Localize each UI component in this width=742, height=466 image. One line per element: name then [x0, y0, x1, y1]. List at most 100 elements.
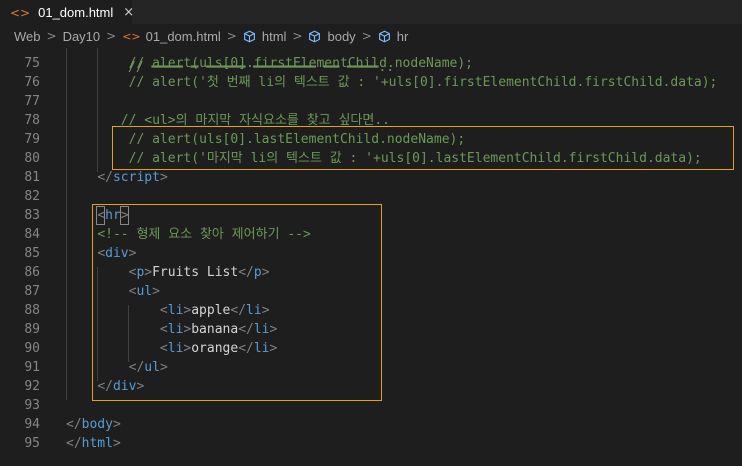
line-number: 90 [24, 341, 40, 356]
code-token-punc: < [159, 341, 168, 356]
line-number: 85 [24, 246, 40, 261]
code-line[interactable]: 78 // <ul>의 마지막 자식요소를 찾고 싶다면.. [0, 111, 742, 130]
code-token-comment: <!-- 형제 요소 찾아 제어하기 --> [97, 227, 311, 242]
line-number: 84 [24, 227, 40, 242]
code-line[interactable]: 84 <!-- 형제 요소 찾아 제어하기 --> [0, 225, 742, 244]
code-token-punc: > [269, 341, 278, 356]
breadcrumb-hr-label: hr [396, 28, 409, 44]
code-line[interactable]: 86 <p>Fruits List</p> [0, 263, 742, 282]
code-line[interactable]: 76 // alert('첫 번째 li의 텍스트 값 : '+uls[0].f… [0, 73, 742, 92]
code-line[interactable]: 90 <li>orange</li> [0, 339, 742, 358]
code-line[interactable]: 81 </script> [0, 168, 742, 187]
code-line[interactable]: 89 <li>banana</li> [0, 320, 742, 339]
code-text: <!-- 형제 요소 찾아 제어하기 --> [66, 225, 311, 244]
code-text: <div> [66, 244, 136, 263]
code-token-punc: > [159, 360, 168, 375]
breadcrumb-item-body[interactable]: body [308, 28, 356, 44]
breadcrumb-item-web[interactable]: Web [14, 29, 41, 44]
code-line[interactable]: 79 // alert(uls[0].lastElementChild.node… [0, 130, 742, 149]
html-file-icon: <> [10, 5, 31, 20]
code-token-text: banana [191, 322, 239, 337]
code-token-tag: li [167, 341, 184, 356]
line-number: 91 [24, 360, 40, 375]
code-text: </html> [66, 434, 121, 453]
code-line[interactable]: 83 <hr> [0, 206, 742, 225]
code-line[interactable]: 77 [0, 92, 742, 111]
code-token-punc: > [261, 303, 270, 318]
chevron-right-icon: > [46, 29, 57, 43]
code-token-punc: </ [66, 436, 82, 451]
code-token-text: Fruits List [152, 265, 239, 280]
code-token-punc: > [152, 284, 160, 299]
code-token-tag: body [81, 417, 113, 432]
code-line[interactable]: 94 </body> [0, 415, 742, 434]
code-token-tag: ul [144, 360, 160, 375]
line-number: 93 [24, 398, 40, 413]
line-number: 94 [24, 417, 40, 432]
tab-01-dom-html[interactable]: <> 01_dom.html × [0, 0, 134, 24]
code-token-tag: li [167, 303, 184, 318]
code-token-tag: script [112, 170, 160, 185]
code-text: <li>banana</li> [66, 320, 277, 339]
close-icon[interactable]: × [123, 5, 134, 20]
tab-label: 01_dom.html [38, 5, 114, 20]
code-token-tag: li [253, 341, 270, 356]
code-token-punc: > [261, 265, 270, 280]
code-line[interactable]: 93 [0, 396, 742, 415]
code-token-tag: div [112, 379, 137, 394]
code-text: // <ul>의 마지막 자식요소를 찾고 싶다면.. [66, 111, 390, 130]
code-line[interactable]: 80 // alert('마지막 li의 텍스트 값 : '+uls[0].la… [0, 149, 742, 168]
breadcrumb-file-label: 01_dom.html [145, 28, 221, 44]
code-token-tag: li [167, 322, 184, 337]
line-number: 76 [24, 75, 40, 90]
code-token-comment: // <ul>의 마지막 자식요소를 찾고 싶다면.. [120, 113, 390, 128]
code-text: // alert(uls[0].firstElementChild.nodeNa… [66, 54, 473, 73]
code-line[interactable]: 85 <div> [0, 244, 742, 263]
code-token-tag: ul [136, 284, 153, 299]
breadcrumb-item-file[interactable]: <> 01_dom.html [122, 29, 221, 44]
line-number: 83 [24, 208, 40, 223]
breadcrumb-body-label: body [327, 28, 356, 44]
code-text: // alert('마지막 li의 텍스트 값 : '+uls[0].lastE… [66, 149, 702, 168]
code-text: <ul> [66, 282, 160, 301]
code-token-punc: </ [230, 303, 247, 318]
code-token-punc: </ [97, 379, 113, 394]
breadcrumb-html-label: html [261, 28, 287, 44]
code-line[interactable]: 82 [0, 187, 742, 206]
breadcrumb-item-hr[interactable]: hr [378, 28, 409, 44]
line-number: 77 [24, 94, 40, 109]
html-file-icon: <> [122, 29, 141, 43]
code-line[interactable]: 95 </html> [0, 434, 742, 453]
code-text: <li>orange</li> [66, 339, 277, 358]
code-line[interactable]: 87 <ul> [0, 282, 742, 301]
code-line[interactable]: 92 </div> [0, 377, 742, 396]
code-token-tag: div [105, 246, 129, 261]
code-token-punc: </ [238, 341, 254, 356]
code-token-punc: </ [128, 360, 145, 375]
breadcrumb-item-day10[interactable]: Day10 [63, 29, 101, 44]
code-token-tag: li [253, 322, 270, 337]
code-text: </ul> [66, 358, 168, 377]
code-token-punc: </ [238, 322, 254, 337]
breadcrumb: Web > Day10 > <> 01_dom.html > html > bo… [0, 24, 742, 48]
code-line[interactable]: 88 <li>apple</li> [0, 301, 742, 320]
code-token-tag: hr [105, 208, 121, 223]
code-token-punc: </ [97, 170, 113, 185]
code-line[interactable]: 91 </ul> [0, 358, 742, 377]
symbol-element-icon [378, 30, 390, 42]
code-text: </script> [66, 168, 167, 187]
chevron-right-icon: > [106, 29, 117, 43]
code-text: <li>apple</li> [66, 301, 270, 320]
code-token-punc: < [159, 303, 168, 318]
code-token-tag: li [246, 303, 262, 318]
code-token-punc: </ [66, 417, 82, 432]
code-editor[interactable]: // ━━━━ ━ ━━━━━ ━━━━━━━━ ━━ ━━━━.. 75 //… [0, 48, 742, 466]
tab-bar: <> 01_dom.html × [0, 0, 742, 24]
code-text: </div> [66, 377, 144, 396]
breadcrumb-item-html[interactable]: html [243, 28, 287, 44]
code-line[interactable]: 75 // alert(uls[0].firstElementChild.nod… [0, 54, 742, 73]
chevron-right-icon: > [226, 29, 237, 43]
code-token-comment: // alert(uls[0].firstElementChild.nodeNa… [128, 56, 473, 71]
symbol-element-icon [243, 30, 255, 42]
code-token-tag: p [253, 265, 262, 280]
